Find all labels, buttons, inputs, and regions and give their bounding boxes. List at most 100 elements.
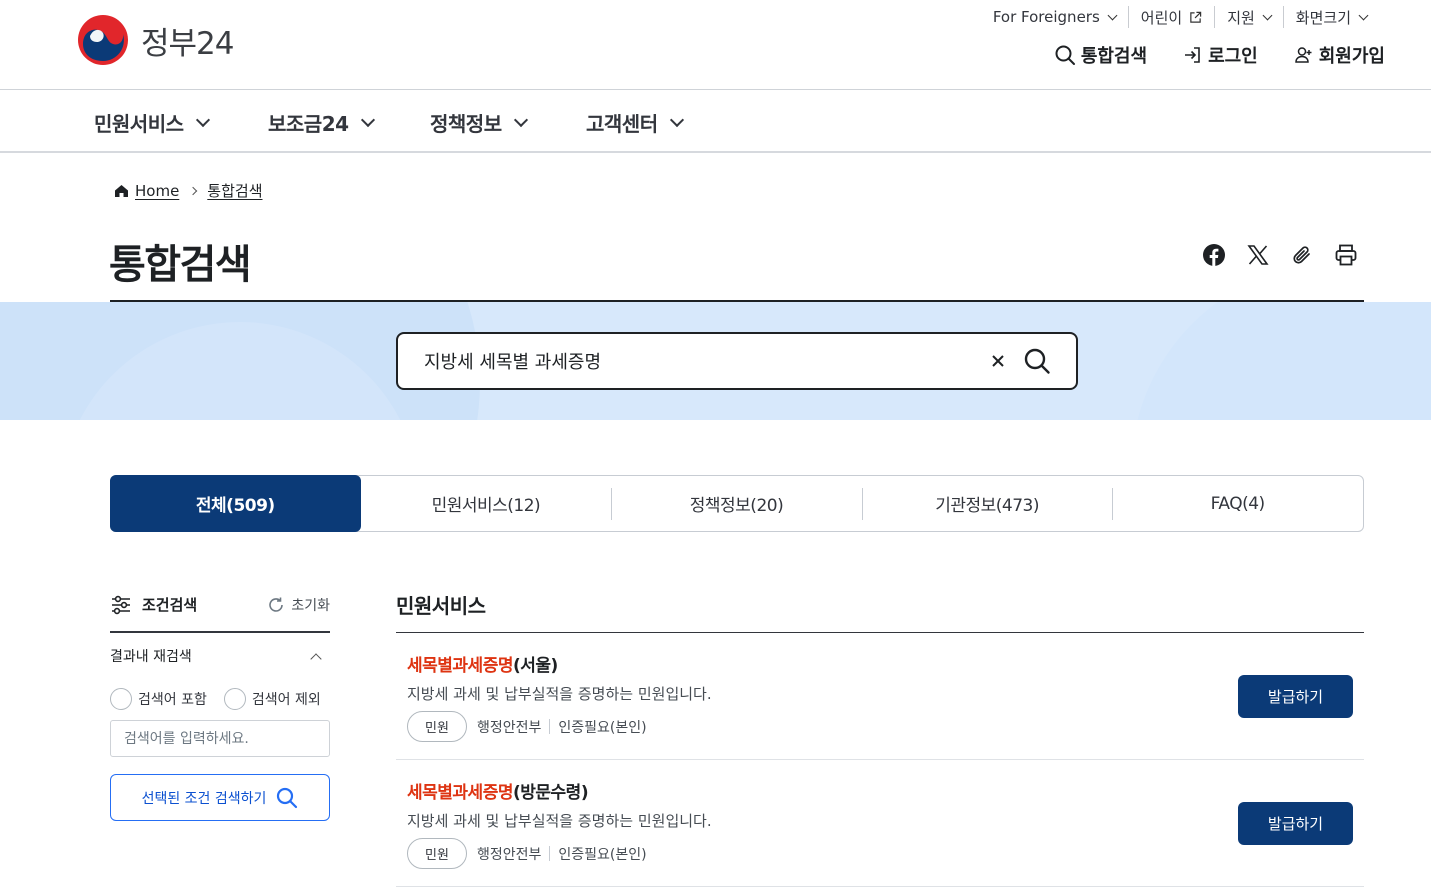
chevron-down-icon	[360, 112, 375, 127]
result-title-suffix: (서울)	[512, 656, 558, 676]
logo-text: 정부24	[141, 25, 234, 62]
gnb-policy[interactable]: 정책정보	[430, 108, 528, 137]
screen-size-menu[interactable]: 화면크기	[1282, 6, 1379, 28]
chevron-down-icon	[1262, 10, 1273, 20]
facebook-icon	[1203, 244, 1225, 266]
screen-size-label: 화면크기	[1295, 8, 1351, 27]
result-description: 지방세 과세 및 납부실적을 증명하는 민원입니다.	[407, 685, 712, 703]
agency-name: 행정안전부	[477, 719, 542, 736]
radio-circle	[223, 688, 246, 710]
result-item: 세목별과세증명(방문수령) 지방세 과세 및 납부실적을 증명하는 민원입니다.…	[396, 760, 1364, 887]
filter-title: 조건검색	[110, 594, 197, 615]
gnb-subsidy[interactable]: 보조금24	[268, 108, 375, 137]
page-title: 통합검색	[109, 242, 252, 288]
category-chip: 민원	[407, 711, 467, 742]
breadcrumb-current-link[interactable]: 통합검색	[207, 180, 262, 201]
result-meta: 민원 행정안전부 인증필요(본인)	[407, 838, 647, 869]
site-header: 정부24 For Foreigners 어린이 지원 화면크기 통합검색 로그인…	[0, 0, 1431, 90]
keyword-mode-radios: 검색어 포함 검색어 제외	[110, 688, 338, 710]
issue-button[interactable]: 발급하기	[1238, 802, 1353, 845]
account-nav: 통합검색 로그인 회원가입	[1018, 42, 1385, 68]
gnb-label: 고객센터	[586, 112, 658, 136]
support-label: 지원	[1227, 8, 1255, 27]
main-nav: 민원서비스 보조금24 정책정보 고객센터	[0, 90, 1431, 153]
taegeuk-logo-icon	[78, 15, 128, 65]
share-toolbar	[1185, 240, 1361, 270]
search-icon	[1024, 348, 1050, 374]
result-item: 세목별과세증명(서울) 지방세 과세 및 납부실적을 증명하는 민원입니다. 민…	[396, 633, 1364, 760]
exclude-keyword-label: 검색어 제외	[251, 692, 321, 708]
result-title-link[interactable]: 세목별과세증명(서울)	[407, 651, 558, 676]
reset-button[interactable]: 초기화	[267, 595, 330, 615]
result-tabs: 전체(509) 민원서비스(12) 정책정보(20) 기관정보(473) FAQ…	[110, 475, 1364, 532]
login-link[interactable]: 로그인	[1183, 42, 1258, 68]
search-input[interactable]	[398, 350, 986, 372]
include-keyword-label: 검색어 포함	[138, 692, 207, 708]
print-button[interactable]	[1331, 240, 1361, 270]
refine-search-label: 결과내 재검색	[110, 649, 192, 665]
for-foreigners-label: For Foreigners	[992, 8, 1100, 26]
copy-link-button[interactable]	[1287, 240, 1317, 270]
reset-label: 초기화	[291, 598, 330, 614]
breadcrumb: Home 통합검색	[114, 180, 263, 201]
integrated-search-link[interactable]: 통합검색	[1054, 42, 1147, 68]
x-share-button[interactable]	[1243, 240, 1273, 270]
gnb-civil-service[interactable]: 민원서비스	[94, 108, 210, 137]
radio-circle	[110, 688, 132, 710]
result-title-link[interactable]: 세목별과세증명(방문수령)	[407, 778, 589, 803]
meta-divider	[549, 719, 551, 734]
exclude-keyword-radio[interactable]: 검색어 제외	[223, 688, 321, 710]
meta-divider	[549, 846, 551, 861]
gnb-label: 민원서비스	[94, 112, 184, 136]
include-keyword-radio[interactable]: 검색어 포함	[110, 688, 207, 710]
signup-label: 회원가입	[1318, 46, 1385, 67]
clear-search-button[interactable]	[986, 349, 1010, 373]
add-user-icon	[1294, 47, 1312, 63]
tab-civil-service[interactable]: 민원서비스(12)	[361, 476, 612, 531]
chevron-down-icon	[513, 112, 528, 127]
condition-search-label: 선택된 조건 검색하기	[141, 790, 267, 807]
chevron-down-icon	[1107, 10, 1118, 20]
close-icon	[992, 355, 1004, 367]
facebook-share-button[interactable]	[1199, 240, 1229, 270]
search-submit-button[interactable]	[1022, 346, 1052, 376]
auth-requirement: 인증필요(본인)	[558, 719, 647, 736]
chevron-right-icon	[189, 186, 198, 195]
condition-search-button[interactable]: 선택된 조건 검색하기	[110, 774, 330, 821]
breadcrumb-home-link[interactable]: Home	[135, 182, 179, 200]
integrated-search-label: 통합검색	[1080, 46, 1148, 67]
login-label: 로그인	[1208, 46, 1258, 67]
signup-link[interactable]: 회원가입	[1294, 42, 1385, 68]
gnb-customer-center[interactable]: 고객센터	[586, 108, 684, 137]
agency-name: 행정안전부	[477, 846, 542, 863]
refine-search-toggle[interactable]: 결과내 재검색	[110, 646, 330, 666]
site-logo[interactable]: 정부24	[77, 14, 234, 66]
kids-link[interactable]: 어린이	[1127, 6, 1214, 28]
external-link-icon	[1190, 11, 1202, 23]
result-meta: 민원 행정안전부 인증필요(본인)	[407, 711, 647, 742]
chevron-up-icon	[310, 652, 322, 665]
category-chip: 민원	[407, 838, 467, 869]
home-icon	[115, 184, 128, 197]
login-icon	[1185, 47, 1200, 63]
result-title-highlight: 세목별과세증명	[407, 783, 513, 803]
result-title-suffix: (방문수령)	[512, 783, 589, 803]
printer-icon	[1335, 244, 1357, 266]
support-menu[interactable]: 지원	[1214, 6, 1283, 28]
tab-agency[interactable]: 기관정보(473)	[861, 476, 1113, 531]
search-banner	[0, 302, 1431, 420]
chevron-down-icon	[195, 112, 210, 127]
tab-policy[interactable]: 정책정보(20)	[611, 476, 862, 531]
refine-keyword-input[interactable]	[110, 720, 330, 757]
auth-requirement: 인증필요(본인)	[558, 846, 647, 863]
tab-faq[interactable]: FAQ(4)	[1112, 476, 1363, 531]
issue-button[interactable]: 발급하기	[1238, 675, 1353, 718]
search-box	[396, 332, 1078, 390]
sliders-icon	[112, 595, 130, 614]
filter-header: 조건검색 초기화	[110, 590, 330, 633]
search-icon	[1055, 45, 1075, 65]
utility-nav: For Foreigners 어린이 지원 화면크기	[981, 6, 1379, 28]
chevron-down-icon	[1358, 10, 1369, 20]
for-foreigners-menu[interactable]: For Foreigners	[981, 6, 1128, 28]
tab-all[interactable]: 전체(509)	[110, 475, 361, 532]
